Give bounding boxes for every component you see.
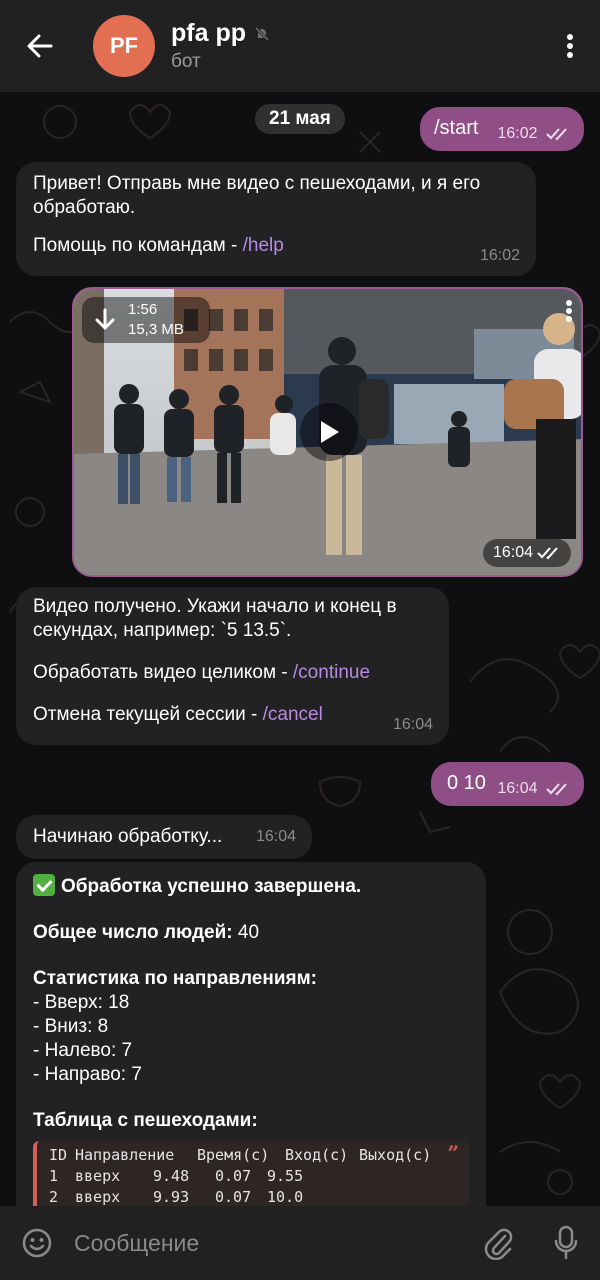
table-header-cell: Вход(с) [285,1146,349,1164]
outgoing-message-start[interactable]: /start 16:02 [420,107,584,151]
video-time-badge: 16:04 [482,539,571,567]
download-icon [95,308,115,330]
message-input[interactable] [74,1229,464,1257]
continue-command-link[interactable]: /continue [293,662,370,683]
table-row: 1 вверх 9.48 0.07 9.55 [49,1166,459,1187]
table-cell: 9.55 [267,1167,304,1185]
message-time: 16:04 [255,828,296,845]
stat-item: - Налево: 7 [33,1040,133,1061]
table-header-row: ID Направление Время(с) Вход(с) Выход(с) [49,1145,459,1166]
arrow-left-icon [27,34,53,58]
table-header-cell: Выход(с) [359,1146,432,1164]
cancel-command-link[interactable]: /cancel [263,704,323,725]
smile-icon [22,1228,52,1258]
message-text: 0 10 [447,772,486,794]
message-time: 16:02 [479,247,520,264]
incoming-message-result[interactable]: Обработка успешно завершена. Общее число… [16,862,486,1206]
message-time: 16:04 [392,716,433,733]
message-text: Отмена текущей сессии - [33,704,263,725]
help-command-link[interactable]: /help [243,235,284,256]
quote-icon: ” [447,1141,459,1165]
table-title: Таблица с пешеходами: [33,1110,258,1131]
video-message[interactable]: 1:56 15,3 MB 16:04 [72,287,583,577]
stat-item: - Вверх: 18 [33,992,130,1013]
incoming-message-hello[interactable]: Привет! Отправь мне видео с пешеходами, … [16,162,536,276]
table-cell: 9.93 [153,1188,190,1206]
table-cell: 2 [49,1188,59,1206]
table-cell: 9.48 [153,1167,190,1185]
chat-subtitle: бот [171,51,201,72]
message-text: Привет! Отправь мне видео с пешеходами, … [33,173,481,218]
video-menu-button[interactable] [565,299,573,328]
play-icon [321,421,339,443]
back-button[interactable] [0,0,80,92]
attach-button[interactable] [464,1206,532,1280]
chat-title-block[interactable]: pfa pp бот [171,19,540,73]
result-done-text: Обработка успешно завершена. [61,876,362,897]
message-text: Обработать видео целиком - [33,662,293,683]
stat-item: - Направо: 7 [33,1064,142,1085]
table-cell: 1 [49,1167,59,1185]
total-value: 40 [237,922,260,943]
table-cell: вверх [75,1188,121,1206]
message-time: 16:02 [497,125,538,142]
chat-header: PF pfa pp бот [0,0,600,92]
table-cell: 10.0 [267,1188,304,1206]
message-time: 16:04 [492,544,533,561]
table-cell: 0.07 [215,1167,252,1185]
table-header-cell: ID [49,1146,68,1164]
more-menu-button[interactable] [540,0,600,92]
message-input-bar [0,1206,600,1280]
emoji-button[interactable] [0,1206,74,1280]
play-button[interactable] [300,403,358,461]
more-vertical-icon [566,300,572,322]
total-label: Общее число людей: [33,922,233,943]
paperclip-icon [484,1228,513,1260]
check-mark-icon [33,874,55,896]
stat-item: - Вниз: 8 [33,1016,109,1037]
table-header-cell: Время(с) [197,1146,270,1164]
date-separator: 21 мая [255,104,345,134]
message-time: 16:04 [497,780,538,797]
message-text: Видео получено. Укажи начало и конец в с… [33,596,397,641]
table-header-cell: Направление [75,1146,175,1164]
microphone-icon [554,1225,578,1260]
more-vertical-icon [567,34,573,58]
double-check-icon [546,128,567,141]
voice-record-button[interactable] [532,1206,600,1280]
table-row: 2 вверх 9.93 0.07 10.0 [49,1187,459,1206]
video-download-badge[interactable]: 1:56 15,3 MB [82,297,210,343]
muted-bell-icon [254,26,270,41]
table-cell: вверх [75,1167,121,1185]
outgoing-message-range[interactable]: 0 10 16:04 [431,762,584,806]
table-cell: 0.07 [215,1188,252,1206]
double-check-icon [537,547,558,560]
chat-title: pfa pp [171,19,246,47]
message-text: Помощь по командам - [33,235,243,256]
video-size: 15,3 MB [128,321,184,338]
double-check-icon [546,783,567,796]
avatar[interactable]: PF [93,15,155,77]
message-text: Начинаю обработку... [33,826,223,847]
stats-title: Статистика по направлениям: [33,968,317,989]
incoming-message-video-received[interactable]: Видео получено. Укажи начало и конец в с… [16,587,449,745]
video-duration: 1:56 [128,301,158,318]
chat-area[interactable]: 21 мая /start 16:02 Привет! Отправь мне … [0,92,600,1206]
incoming-message-processing[interactable]: Начинаю обработку... 16:04 [16,815,312,859]
message-text: /start [434,117,479,139]
pedestrian-table-quote[interactable]: ” ID Направление Время(с) Вход(с) Выход(… [33,1141,469,1206]
